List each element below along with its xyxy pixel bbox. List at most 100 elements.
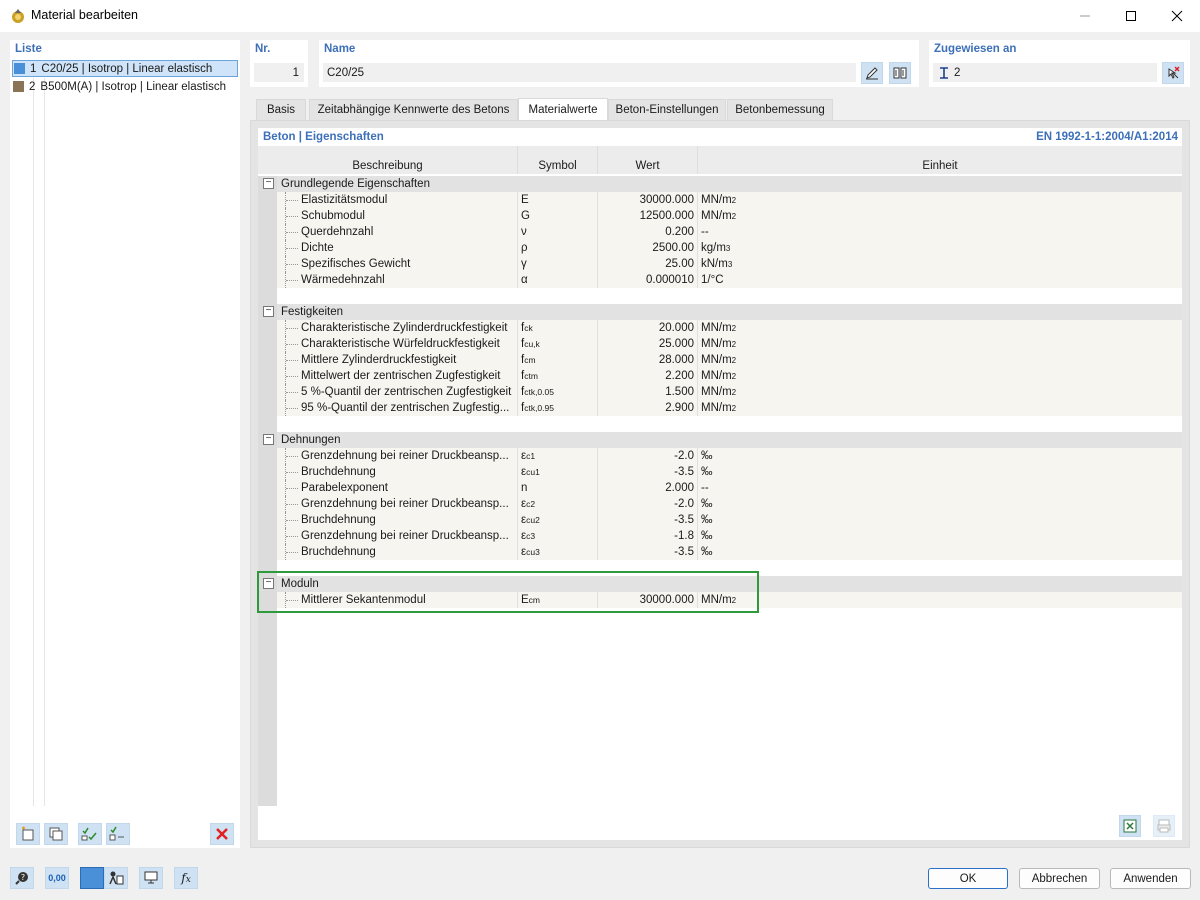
symbol-subscript: cu1: [526, 467, 540, 477]
help-button[interactable]: ?: [10, 867, 34, 889]
maximize-button[interactable]: [1108, 0, 1154, 32]
cell-value[interactable]: 20.000: [597, 320, 694, 336]
table-row[interactable]: Schubmodul G 12500.000 MN/m 2: [277, 208, 1182, 224]
cell-unit: ‰: [701, 496, 1001, 512]
cell-value[interactable]: 2.000: [597, 480, 694, 496]
cell-value[interactable]: 25.000: [597, 336, 694, 352]
tab-concrete-design[interactable]: Betonbemessung: [727, 99, 833, 120]
cancel-button[interactable]: Abbrechen: [1019, 868, 1100, 889]
collapse-icon[interactable]: −: [263, 306, 274, 317]
column-header-unit[interactable]: Einheit: [698, 146, 1182, 174]
apply-button[interactable]: Anwenden: [1110, 868, 1191, 889]
cell-description: Bruchdehnung: [301, 546, 376, 558]
table-row[interactable]: Mittlere Zylinderdruckfestigkeit f cm 28.00…: [277, 352, 1182, 368]
group-header[interactable]: − Grundlegende Eigenschaften: [263, 176, 1182, 192]
table-row[interactable]: Grenzdehnung bei reiner Druckbeansp... ε c…: [277, 496, 1182, 512]
table-row[interactable]: Spezifisches Gewicht γ 25.00 kN/m 3: [277, 256, 1182, 272]
table-row[interactable]: Querdehnzahl ν 0.200 --: [277, 224, 1182, 240]
cell-symbol: f ctm: [521, 368, 597, 384]
tree-connector: [285, 352, 299, 368]
new-material-button[interactable]: [16, 823, 40, 845]
cell-value[interactable]: 30000.000: [597, 192, 694, 208]
list-item[interactable]: 2 B500M(A) | Isotrop | Linear elastisch: [12, 78, 238, 95]
formula-button[interactable]: fx: [174, 867, 198, 889]
table-row[interactable]: 95 %-Quantil der zentrischen Zugfestig..…: [277, 400, 1182, 416]
table-row[interactable]: Parabelexponent n 2.000 --: [277, 480, 1182, 496]
list-item[interactable]: 1 C20/25 | Isotrop | Linear elastisch: [12, 60, 238, 77]
close-button[interactable]: [1154, 0, 1200, 32]
cell-value[interactable]: -2.0: [597, 496, 694, 512]
column-divider: [517, 208, 518, 224]
table-row[interactable]: Grenzdehnung bei reiner Druckbeansp... ε c…: [277, 528, 1182, 544]
table-row[interactable]: Bruchdehnung ε cu2 -3.5 ‰: [277, 512, 1182, 528]
material-library-button[interactable]: [889, 62, 911, 84]
check-all-button[interactable]: [78, 823, 102, 845]
library-book-icon: [893, 67, 907, 79]
table-row[interactable]: Bruchdehnung ε cu3 -3.5 ‰: [277, 544, 1182, 560]
table-row[interactable]: Elastizitätsmodul E 30000.000 MN/m 2: [277, 192, 1182, 208]
table-row[interactable]: Charakteristische Zylinderdruckfestigkei…: [277, 320, 1182, 336]
cell-value[interactable]: -3.5: [597, 512, 694, 528]
table-row[interactable]: Bruchdehnung ε cu1 -3.5 ‰: [277, 464, 1182, 480]
color-button[interactable]: [80, 867, 104, 889]
check-selected-button[interactable]: [106, 823, 130, 845]
cell-value[interactable]: 28.000: [597, 352, 694, 368]
cell-value[interactable]: 2500.00: [597, 240, 694, 256]
column-header-symbol[interactable]: Symbol: [518, 146, 598, 174]
cell-value[interactable]: 2.200: [597, 368, 694, 384]
edit-name-button[interactable]: [861, 62, 883, 84]
table-row[interactable]: 5 %-Quantil der zentrischen Zugfestigkei…: [277, 384, 1182, 400]
cell-value[interactable]: -1.8: [597, 528, 694, 544]
assigned-field[interactable]: 2: [933, 63, 1157, 82]
table-row[interactable]: Charakteristische Würfeldruckfestigkeit f…: [277, 336, 1182, 352]
assigned-label: Zugewiesen an: [934, 43, 1017, 55]
tab-time-dependent[interactable]: Zeitabhängige Kennwerte des Betons: [309, 99, 518, 120]
units-button[interactable]: 0,00: [45, 867, 69, 889]
column-divider: [517, 544, 518, 560]
column-divider: [597, 320, 598, 336]
material-app-icon: [10, 8, 26, 24]
ok-button[interactable]: OK: [928, 868, 1008, 889]
cell-unit: MN/m 2: [701, 384, 1001, 400]
cell-value[interactable]: 2.900: [597, 400, 694, 416]
print-table-button[interactable]: [1153, 815, 1175, 837]
group-header[interactable]: − Festigkeiten: [263, 304, 1182, 320]
model-info-button[interactable]: [104, 867, 128, 889]
tab-concrete-settings[interactable]: Beton-Einstellungen: [608, 99, 726, 120]
cell-value[interactable]: 0.200: [597, 224, 694, 240]
tab-basis[interactable]: Basis: [256, 99, 306, 120]
table-row[interactable]: Grenzdehnung bei reiner Druckbeansp... ε c…: [277, 448, 1182, 464]
group-header[interactable]: − Dehnungen: [263, 432, 1182, 448]
copy-material-button[interactable]: [44, 823, 68, 845]
tree-connector: [285, 512, 299, 528]
cell-value[interactable]: -3.5: [597, 464, 694, 480]
cell-value[interactable]: -3.5: [597, 544, 694, 560]
collapse-icon[interactable]: −: [263, 178, 274, 189]
name-field[interactable]: C20/25: [323, 63, 856, 82]
view-button[interactable]: [139, 867, 163, 889]
tree-gutter: [258, 176, 277, 806]
column-header-description[interactable]: Beschreibung: [258, 146, 518, 174]
unit-exponent: 2: [731, 403, 737, 413]
cell-value[interactable]: 0.000010: [597, 272, 694, 288]
tab-material-values[interactable]: Materialwerte: [518, 98, 608, 120]
table-row[interactable]: Mittelwert der zentrischen Zugfestigkeit…: [277, 368, 1182, 384]
nr-field[interactable]: 1: [254, 63, 304, 82]
table-row[interactable]: Dichte ρ 2500.00 kg/m 3: [277, 240, 1182, 256]
column-divider: [697, 384, 698, 400]
table-row[interactable]: Wärmedehnzahl α 0.000010 1/°C: [277, 272, 1182, 288]
delete-material-button[interactable]: [210, 823, 234, 845]
column-divider: [517, 352, 518, 368]
cell-value[interactable]: 25.00: [597, 256, 694, 272]
cell-value[interactable]: -2.0: [597, 448, 694, 464]
export-excel-button[interactable]: [1119, 815, 1141, 837]
cell-value[interactable]: 1.500: [597, 384, 694, 400]
cell-description: Mittlere Zylinderdruckfestigkeit: [301, 354, 457, 366]
pick-in-model-button[interactable]: [1162, 62, 1184, 84]
unit-exponent: 2: [731, 323, 737, 333]
unit-main: MN/m: [701, 402, 732, 414]
minimize-button[interactable]: [1062, 0, 1108, 32]
collapse-icon[interactable]: −: [263, 434, 274, 445]
column-header-value[interactable]: Wert: [598, 146, 698, 174]
cell-value[interactable]: 12500.000: [597, 208, 694, 224]
